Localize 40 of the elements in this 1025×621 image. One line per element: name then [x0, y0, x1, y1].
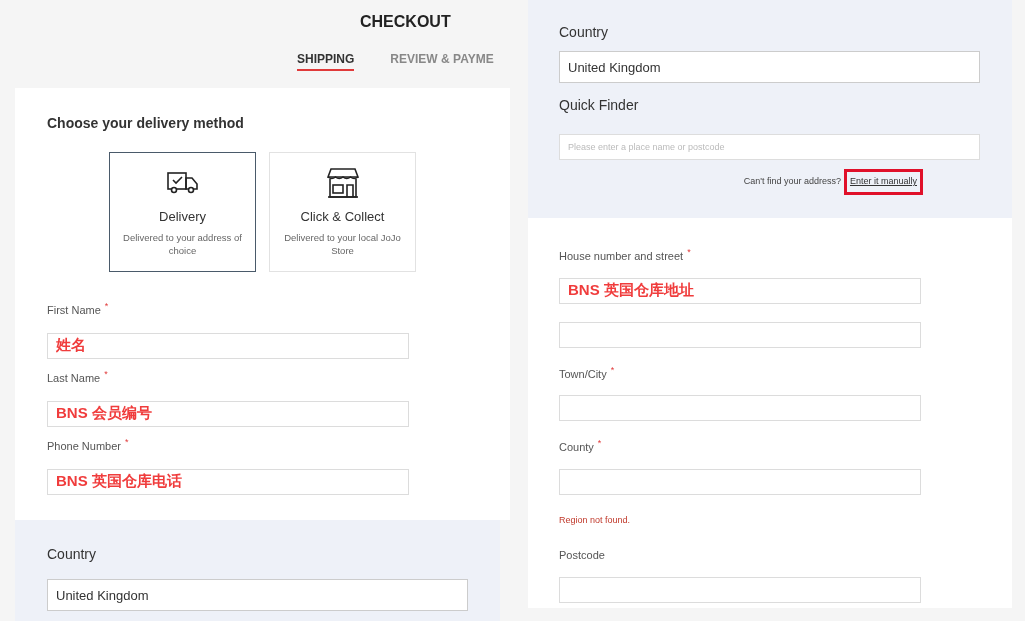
required-asterisk: *: [610, 365, 615, 375]
required-asterisk: *: [104, 302, 109, 311]
country-field[interactable]: United Kingdom: [559, 51, 980, 83]
section-heading: Choose your delivery method: [47, 114, 245, 133]
field-label: House number and street: [559, 249, 684, 264]
input-field[interactable]: BNS 英国仓库电话: [47, 468, 409, 495]
option-description: Delivered to your address of choice: [122, 230, 243, 257]
field-label: Country: [559, 23, 609, 42]
field-label: Quick Finder: [559, 96, 639, 115]
required-asterisk: *: [687, 248, 691, 257]
truck-with-check-icon: [166, 171, 199, 195]
required-asterisk: *: [104, 370, 108, 379]
option-description: Delivered to your local JoJo Store: [283, 230, 402, 257]
delivery-option[interactable]: Click & Collect Delivered to your local JoJo Store: [269, 152, 416, 272]
input-field[interactable]: BNS 会员编号: [47, 400, 409, 427]
option-title: Click & Collect: [300, 208, 385, 226]
input-field[interactable]: [559, 321, 921, 348]
field-label: First Name: [47, 303, 101, 318]
input-field[interactable]: 姓名: [47, 332, 409, 359]
country-field[interactable]: United Kingdom: [47, 579, 468, 611]
input-field[interactable]: [559, 395, 921, 421]
field-label: County: [559, 440, 594, 455]
field-label: Country: [47, 545, 97, 564]
required-asterisk: *: [597, 439, 602, 448]
required-asterisk: *: [125, 438, 129, 447]
input-field[interactable]: BNS 英国仓库地址: [559, 277, 921, 304]
input-field[interactable]: [559, 468, 921, 495]
field-label: Town/City: [559, 366, 607, 382]
storefront-icon: [326, 168, 359, 198]
option-title: Delivery: [159, 208, 206, 226]
page-title: CHECKOUT: [359, 12, 452, 32]
tab[interactable]: SHIPPING: [297, 48, 355, 71]
delivery-option[interactable]: Delivery Delivered to your address of choice: [109, 152, 256, 272]
address-hint: Can't find your address?: [743, 175, 841, 188]
enter-manually-link[interactable]: Enter it manually: [843, 169, 923, 195]
field-label: Last Name: [47, 371, 101, 386]
field-label: Phone Number: [47, 439, 121, 454]
field-label: Postcode: [559, 548, 605, 563]
input-field[interactable]: [559, 576, 921, 603]
error-message: Region not found.: [559, 513, 632, 527]
